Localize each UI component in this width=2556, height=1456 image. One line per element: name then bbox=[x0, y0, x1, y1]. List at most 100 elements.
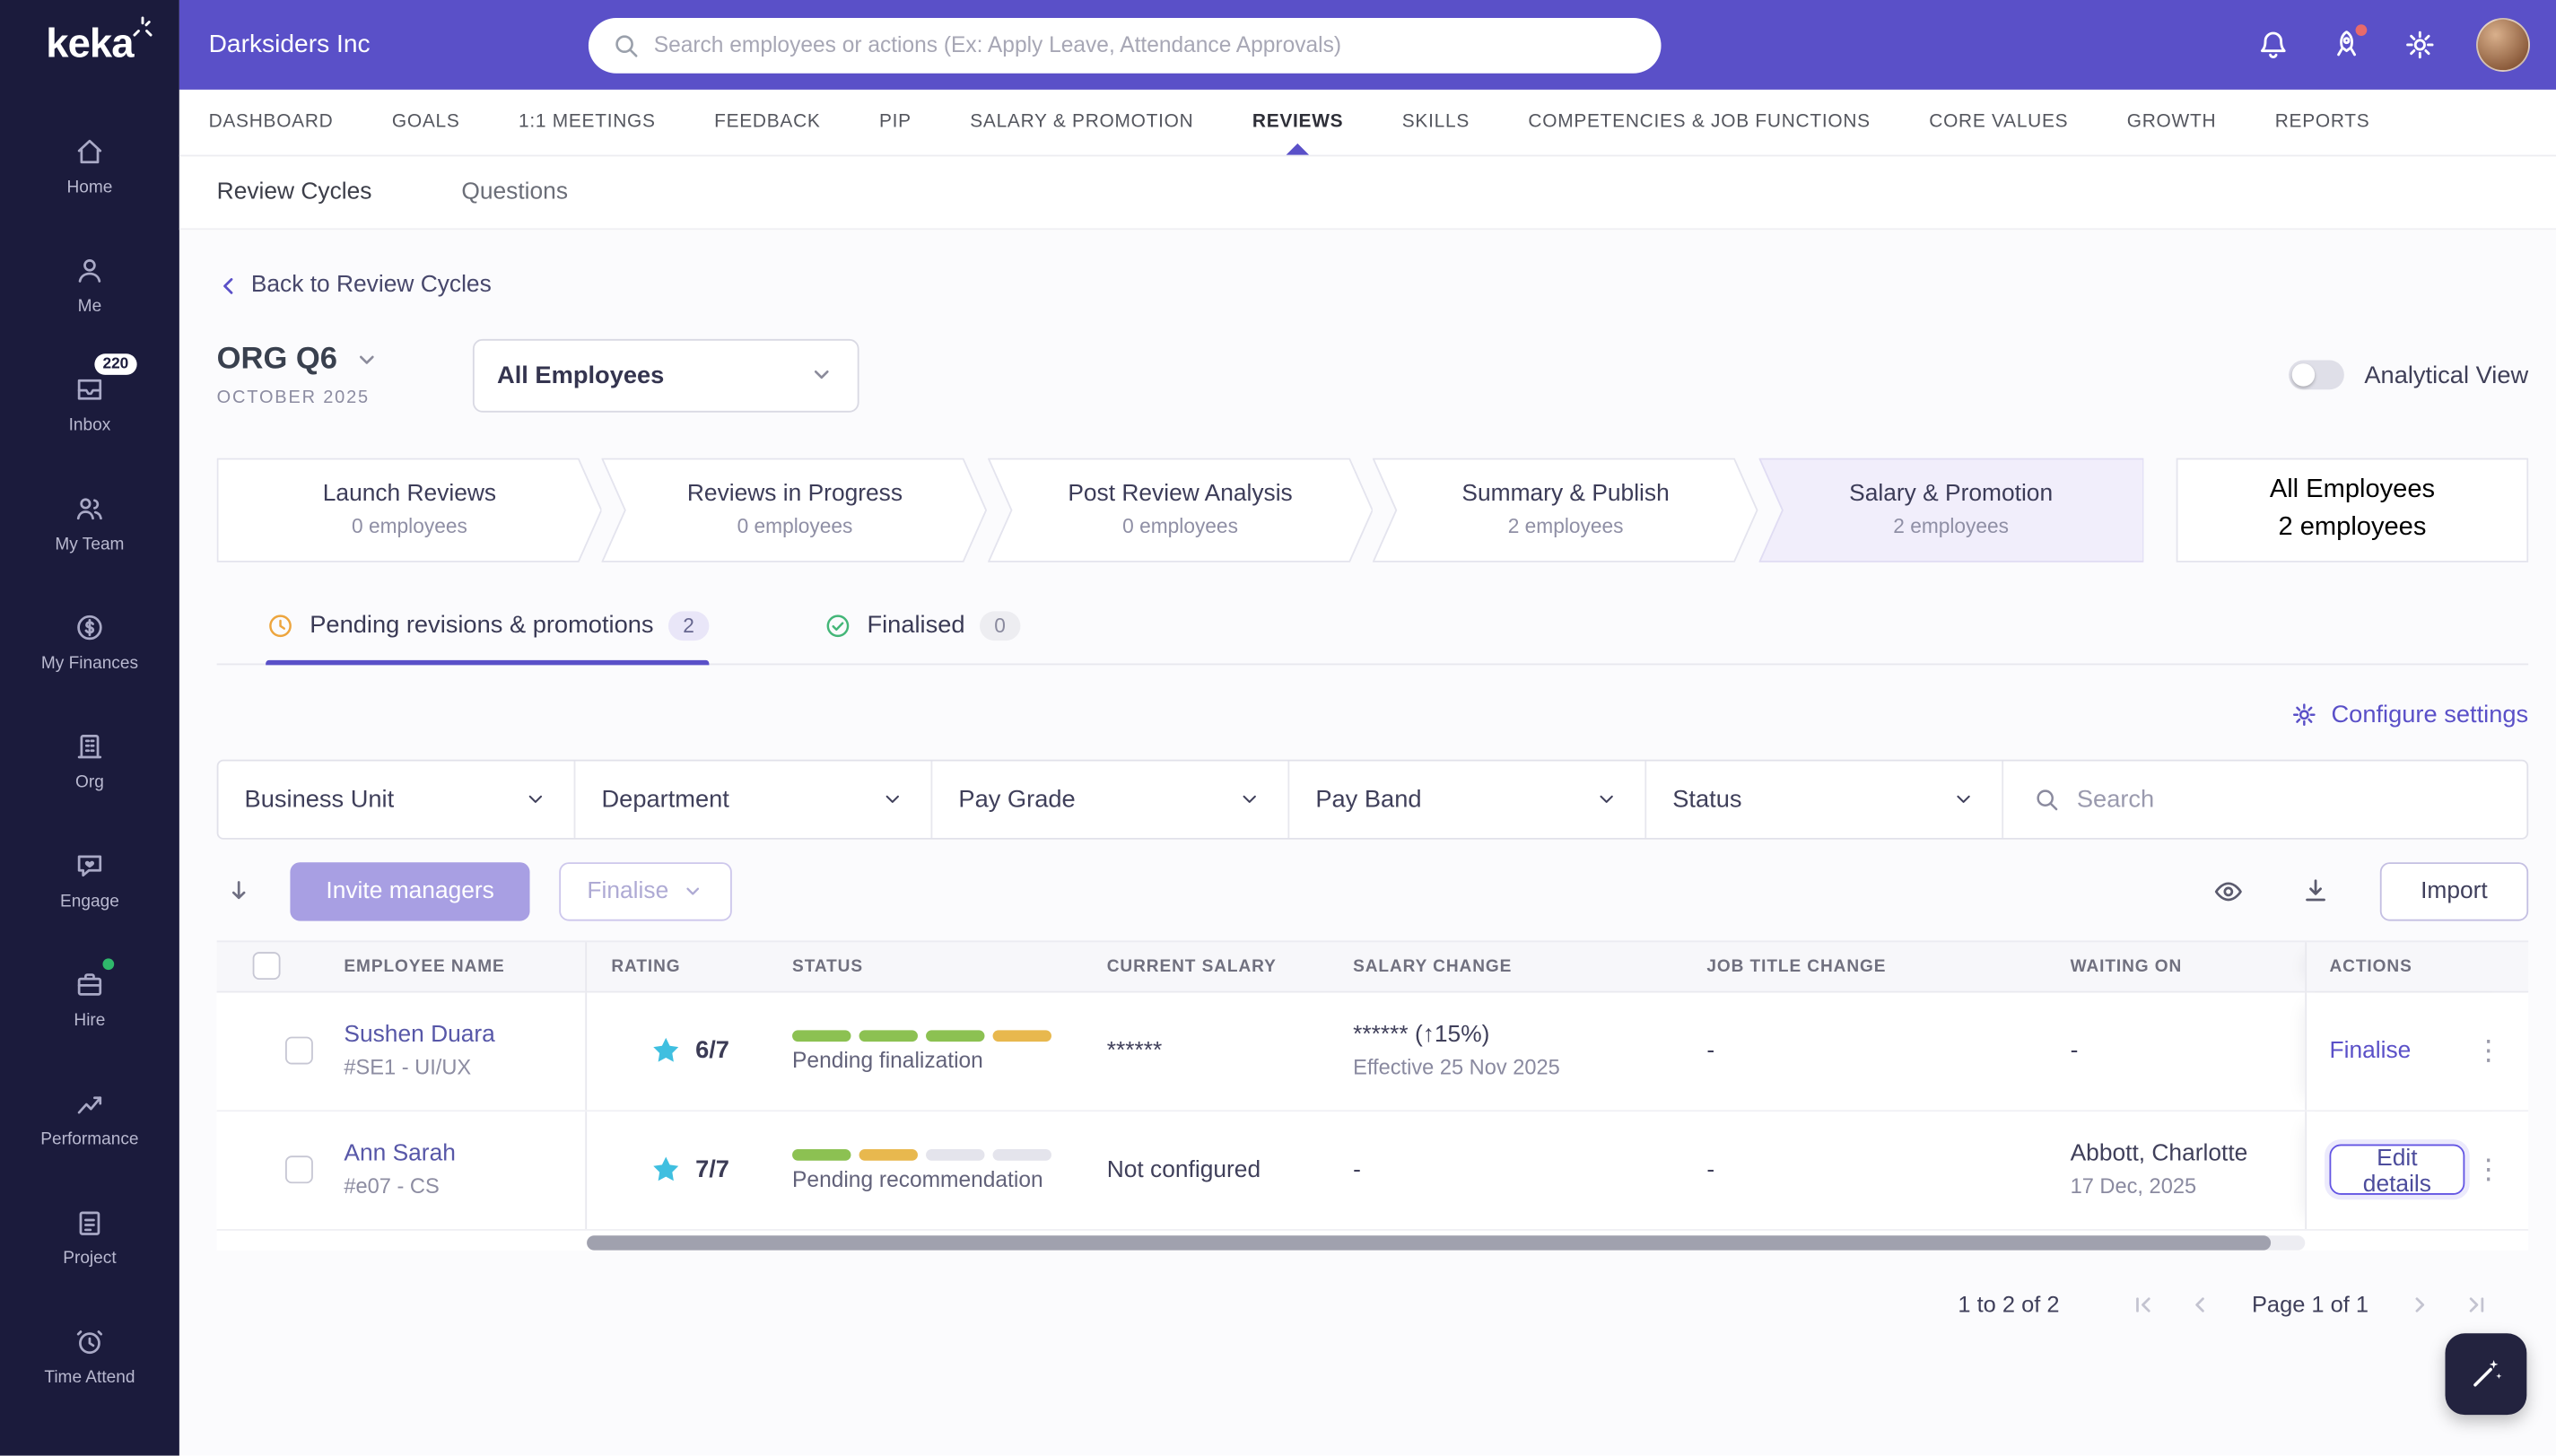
sidebar-item-my-team[interactable]: My Team bbox=[0, 463, 179, 582]
sidebar-item-me[interactable]: Me bbox=[0, 225, 179, 344]
chevron-down-icon bbox=[880, 787, 904, 811]
org-icon bbox=[74, 729, 106, 762]
sidebar-item-org[interactable]: Org bbox=[0, 701, 179, 820]
edit-details-button[interactable]: Edit details bbox=[2329, 1144, 2465, 1198]
table-search-input[interactable] bbox=[2076, 784, 2498, 813]
sidebar: keka Home Me 220 Inbox My Team My Finances Org… bbox=[0, 0, 179, 1456]
stage-summary-publish[interactable]: Summary & Publish 2 employees bbox=[1373, 457, 1758, 562]
row-kebab-menu-button[interactable]: ⋮ bbox=[2472, 1153, 2506, 1187]
tab-finalised[interactable]: Finalised 0 bbox=[823, 610, 1021, 662]
sidebar-item-my-finances[interactable]: My Finances bbox=[0, 582, 179, 702]
nav-item-core-values[interactable]: CORE VALUES bbox=[1929, 90, 2068, 155]
nav-item-feedback[interactable]: FEEDBACK bbox=[714, 90, 820, 155]
download-button[interactable] bbox=[2293, 868, 2337, 912]
sidebar-item-home[interactable]: Home bbox=[0, 106, 179, 225]
status-progress-bars bbox=[792, 1029, 1082, 1042]
next-page-button[interactable] bbox=[2404, 1288, 2436, 1320]
tab-pending-revisions-promotions[interactable]: Pending revisions & promotions 2 bbox=[266, 610, 710, 665]
invite-managers-button[interactable]: Invite managers bbox=[290, 861, 530, 920]
stage-reviews-in-progress[interactable]: Reviews in Progress 0 employees bbox=[602, 457, 988, 562]
sidebar-item-performance[interactable]: Performance bbox=[0, 1058, 179, 1177]
select-all-checkbox[interactable] bbox=[252, 952, 281, 981]
stage-launch-reviews[interactable]: Launch Reviews 0 employees bbox=[216, 457, 603, 562]
sort-button[interactable] bbox=[217, 868, 261, 912]
stage-post-review-analysis[interactable]: Post Review Analysis 0 employees bbox=[987, 457, 1374, 562]
filter-business-unit[interactable]: Business Unit bbox=[218, 760, 576, 838]
sidebar-item-project[interactable]: Project bbox=[0, 1177, 179, 1296]
row-kebab-menu-button[interactable]: ⋮ bbox=[2472, 1033, 2506, 1068]
progress-segment-green bbox=[859, 1029, 918, 1042]
user-avatar[interactable] bbox=[2476, 17, 2530, 72]
announcements-button[interactable] bbox=[2329, 22, 2369, 62]
salary-change-value: - bbox=[1353, 1156, 1361, 1183]
subnav-item-review-cycles[interactable]: Review Cycles bbox=[217, 179, 372, 205]
cycle-selector[interactable]: ORG Q6 OCTOBER 2025 bbox=[217, 343, 380, 407]
employee-name-link[interactable]: Sushen Duara bbox=[344, 1022, 585, 1048]
analytical-view-toggle[interactable] bbox=[2289, 360, 2345, 390]
hire-status-dot bbox=[102, 958, 115, 971]
row-checkbox[interactable] bbox=[284, 1155, 312, 1184]
table-search[interactable] bbox=[2003, 761, 2526, 837]
filter-bar: Business Unit Department Pay Grade Pay Band… bbox=[216, 758, 2529, 839]
employee-cell: Sushen Duara #SE1 - UI/UX bbox=[344, 991, 588, 1110]
nav-item-goals[interactable]: GOALS bbox=[392, 90, 460, 155]
table-header-actions: ACTIONS bbox=[2305, 941, 2528, 990]
progress-segment-green bbox=[926, 1029, 985, 1042]
nav-item-skills[interactable]: SKILLS bbox=[1402, 90, 1470, 155]
employee-name-link[interactable]: Ann Sarah bbox=[344, 1141, 585, 1167]
stage-all-employees[interactable]: All Employees 2 employees bbox=[2176, 457, 2529, 562]
back-to-review-cycles-link[interactable]: Back to Review Cycles bbox=[217, 272, 492, 299]
prev-page-button[interactable] bbox=[2185, 1288, 2216, 1320]
filter-department[interactable]: Department bbox=[575, 760, 933, 838]
hire-icon bbox=[74, 967, 106, 999]
global-search-input[interactable] bbox=[653, 32, 1639, 57]
last-page-icon bbox=[2469, 1296, 2484, 1312]
stage-title: Post Review Analysis bbox=[1068, 481, 1293, 508]
filter-status[interactable]: Status bbox=[1646, 760, 2004, 838]
sidebar-item-engage[interactable]: Engage bbox=[0, 820, 179, 939]
nav-item-pip[interactable]: PIP bbox=[879, 90, 912, 155]
current-salary-value: Not configured bbox=[1106, 1156, 1261, 1183]
salary-change-value: ****** (↑15%) bbox=[1353, 1022, 1490, 1049]
finalise-row-link[interactable]: Finalise bbox=[2329, 1038, 2411, 1064]
notifications-bell-button[interactable] bbox=[2256, 28, 2290, 62]
scrollbar-thumb[interactable] bbox=[587, 1234, 2271, 1250]
nav-item-growth[interactable]: GROWTH bbox=[2127, 90, 2217, 155]
configure-settings-link[interactable]: Configure settings bbox=[2290, 697, 2528, 733]
column-visibility-button[interactable] bbox=[2205, 868, 2251, 914]
nav-item-competencies-job-functions[interactable]: COMPETENCIES & JOB FUNCTIONS bbox=[1528, 90, 1870, 155]
ai-assistant-fab[interactable] bbox=[2445, 1333, 2527, 1416]
row-checkbox[interactable] bbox=[284, 1036, 312, 1065]
subnav-item-questions[interactable]: Questions bbox=[461, 179, 568, 205]
nav-item-reviews[interactable]: REVIEWS bbox=[1252, 90, 1343, 155]
filter-pay-band[interactable]: Pay Band bbox=[1289, 760, 1647, 838]
stage-title: Salary & Promotion bbox=[1849, 481, 2054, 508]
nav-item-dashboard[interactable]: DASHBOARD bbox=[209, 90, 334, 155]
global-search[interactable] bbox=[589, 17, 1662, 73]
finalise-dropdown-button[interactable]: Finalise bbox=[559, 861, 733, 920]
progress-segment-gray bbox=[926, 1148, 985, 1160]
employee-scope-select[interactable]: All Employees bbox=[472, 338, 859, 412]
nav-item-salary-promotion[interactable]: SALARY & PROMOTION bbox=[970, 90, 1193, 155]
nav-item-reports[interactable]: REPORTS bbox=[2275, 90, 2370, 155]
nav-item-1-1-meetings[interactable]: 1:1 MEETINGS bbox=[519, 90, 656, 155]
sidebar-item-time-attend[interactable]: Time Attend bbox=[0, 1296, 179, 1416]
inbox-icon bbox=[74, 372, 106, 405]
sidebar-item-hire[interactable]: Hire bbox=[0, 939, 179, 1059]
horizontal-scrollbar[interactable] bbox=[587, 1234, 2306, 1250]
first-page-button[interactable] bbox=[2128, 1288, 2159, 1320]
import-button[interactable]: Import bbox=[2379, 861, 2529, 920]
last-page-button[interactable] bbox=[2462, 1288, 2493, 1320]
section-subnav: Review Cycles Questions bbox=[179, 156, 2556, 231]
bell-icon bbox=[2260, 31, 2286, 58]
filter-pay-grade[interactable]: Pay Grade bbox=[932, 760, 1290, 838]
sidebar-item-label: Org bbox=[75, 772, 104, 792]
job-title-change-cell: - bbox=[1682, 992, 2046, 1110]
chevron-down-icon bbox=[359, 355, 374, 364]
sidebar-item-inbox[interactable]: 220 Inbox bbox=[0, 344, 179, 463]
prev-page-icon bbox=[2195, 1296, 2205, 1312]
keka-logo[interactable]: keka bbox=[0, 0, 179, 90]
sidebar-item-label: Time Attend bbox=[44, 1366, 135, 1387]
stage-salary-promotion[interactable]: Salary & Promotion 2 employees bbox=[1758, 457, 2144, 562]
settings-button[interactable] bbox=[2403, 28, 2437, 62]
